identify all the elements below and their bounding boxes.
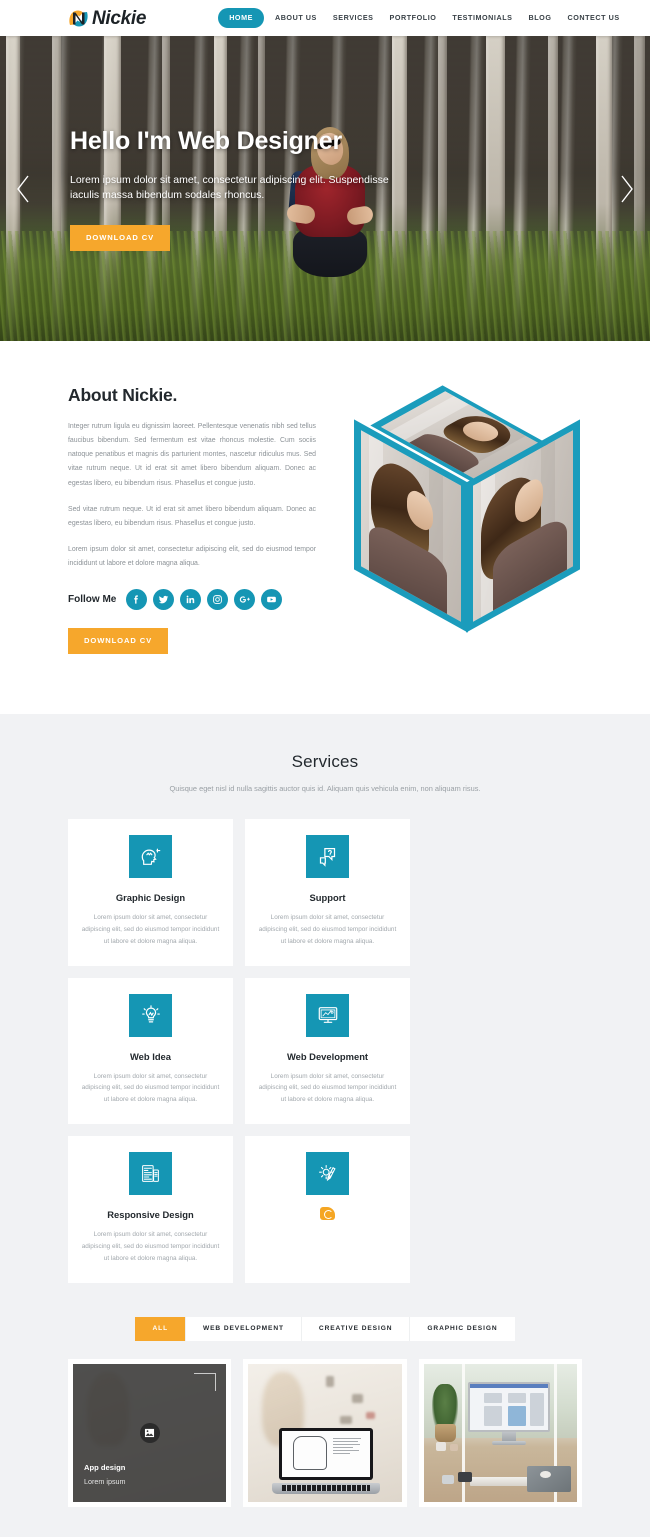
follow-me-label: Follow Me (68, 594, 117, 606)
service-title: Web Development (286, 1050, 369, 1062)
about-title: About Nickie. (68, 385, 178, 405)
service-description: Lorem ipsum dolor sit amet, consectetur … (258, 914, 397, 945)
nav-item-contact-us[interactable]: CONTECT US (559, 14, 627, 21)
nav-item-services[interactable]: SERVICES (325, 14, 382, 21)
filter-tab-graphic-design[interactable]: GRAPHIC DESIGN (410, 1316, 515, 1342)
service-description: Lorem ipsum dolor sit amet, consectetur … (81, 1231, 220, 1262)
linkedin-icon[interactable] (180, 589, 202, 611)
portfolio-filter-tabs: ALL WEB DEVELOPMENT CREATIVE DESIGN GRAP… (0, 1316, 650, 1342)
service-card-graphic-design[interactable]: Graphic Design Lorem ipsum dolor sit ame… (68, 819, 233, 966)
service-title: Graphic Design (115, 892, 186, 903)
image-icon[interactable] (139, 1423, 160, 1444)
portfolio-item-imac-desk[interactable] (418, 1359, 582, 1508)
nickie-n-logo-icon (68, 8, 89, 29)
about-download-cv-button[interactable]: DOWNLOAD CV (68, 628, 169, 654)
gear-tool-icon (306, 1152, 349, 1196)
logo-text: Nickie (92, 7, 147, 29)
monitor-code-icon (306, 993, 349, 1037)
logo[interactable]: Nickie (68, 8, 146, 29)
filter-tab-creative-design[interactable]: CREATIVE DESIGN (301, 1316, 411, 1342)
service-description: Lorem ipsum dolor sit amet, consectetur … (81, 914, 220, 945)
service-card-support[interactable]: Support Lorem ipsum dolor sit amet, cons… (245, 819, 410, 966)
nav-item-about-us[interactable]: ABOUT US (267, 14, 325, 21)
services-title: Services (291, 752, 359, 771)
services-subtitle: Quisque eget nisl id nulla sagittis auct… (169, 784, 481, 793)
broken-image-glyph (320, 1207, 335, 1221)
portfolio-item-laptop-sketch[interactable] (243, 1359, 407, 1508)
filter-tab-all[interactable]: ALL (135, 1316, 187, 1342)
about-paragraph-3: Lorem ipsum dolor sit amet, consectetur … (68, 546, 316, 568)
about-section: About Nickie. Integer rutrum ligula eu d… (0, 341, 650, 714)
hero-download-cv-button[interactable]: DOWNLOAD CV (70, 225, 171, 252)
nav-item-blog[interactable]: BLOG (521, 14, 560, 21)
nav-item-testimonials[interactable]: TESTIMONIALS (444, 14, 520, 21)
service-title: Support (309, 892, 346, 903)
twitter-icon[interactable] (153, 589, 175, 611)
hero-next-button[interactable] (614, 169, 640, 209)
portfolio-grid: App design Lorem ipsum (0, 1359, 650, 1508)
portfolio-item-subtitle: Lorem ipsum (84, 1477, 126, 1487)
head-idea-icon (129, 835, 172, 878)
youtube-icon[interactable] (261, 589, 283, 611)
about-paragraph-2: Sed vitae rutrum neque. Ut id erat sit a… (68, 505, 316, 527)
follow-me-row: Follow Me (68, 589, 316, 611)
responsive-layout-icon (129, 1152, 172, 1196)
service-card-web-idea[interactable]: Web Idea Lorem ipsum dolor sit amet, con… (68, 977, 233, 1125)
facebook-icon[interactable] (126, 589, 148, 611)
hero-prev-button[interactable] (10, 169, 36, 209)
service-title: Web Idea (130, 1050, 171, 1062)
filter-tab-web-development[interactable]: WEB DEVELOPMENT (186, 1316, 302, 1342)
site-header: Nickie HOME ABOUT US SERVICES PORTFOLIO … (0, 0, 650, 36)
service-description: Lorem ipsum dolor sit amet, consectetur … (81, 1072, 220, 1104)
portfolio-section: ALL WEB DEVELOPMENT CREATIVE DESIGN GRAP… (0, 1282, 650, 1537)
instagram-icon[interactable] (207, 589, 229, 611)
service-card-responsive-design[interactable]: Responsive Design Lorem ipsum dolor sit … (68, 1136, 233, 1283)
services-grid: Graphic Design Lorem ipsum dolor sit ame… (0, 819, 650, 1283)
portfolio-item-app-design[interactable]: App design Lorem ipsum (68, 1359, 232, 1508)
corner-bracket-icon (194, 1373, 217, 1392)
hero-slider: Hello I'm Web Designer Lorem ipsum dolor… (0, 36, 650, 341)
chat-support-icon (306, 835, 349, 878)
portfolio-item-title: App design (84, 1463, 126, 1473)
service-title: Responsive Design (107, 1209, 194, 1221)
service-card-broken[interactable] (245, 1136, 410, 1283)
portrait-cube-image (340, 385, 594, 633)
portfolio-thumbnail (248, 1364, 402, 1503)
googleplus-icon[interactable] (234, 589, 256, 611)
about-paragraph-1: Integer rutrum ligula eu dignissim laore… (68, 423, 316, 487)
nav-item-home[interactable]: HOME (218, 8, 264, 28)
hero-subtitle: Lorem ipsum dolor sit amet, consectetur … (70, 174, 389, 202)
services-section: Services Quisque eget nisl id nulla sagi… (0, 714, 650, 1283)
portfolio-hover-overlay: App design Lorem ipsum (73, 1364, 227, 1503)
portfolio-thumbnail (423, 1364, 577, 1503)
service-card-web-development[interactable]: Web Development Lorem ipsum dolor sit am… (245, 977, 410, 1125)
service-description: Lorem ipsum dolor sit amet, consectetur … (258, 1072, 397, 1104)
lightbulb-idea-icon (129, 993, 172, 1037)
nav-item-portfolio[interactable]: PORTFOLIO (382, 14, 445, 21)
main-nav: HOME ABOUT US SERVICES PORTFOLIO TESTIMO… (218, 8, 628, 28)
hero-title: Hello I'm Web Designer (70, 127, 342, 155)
